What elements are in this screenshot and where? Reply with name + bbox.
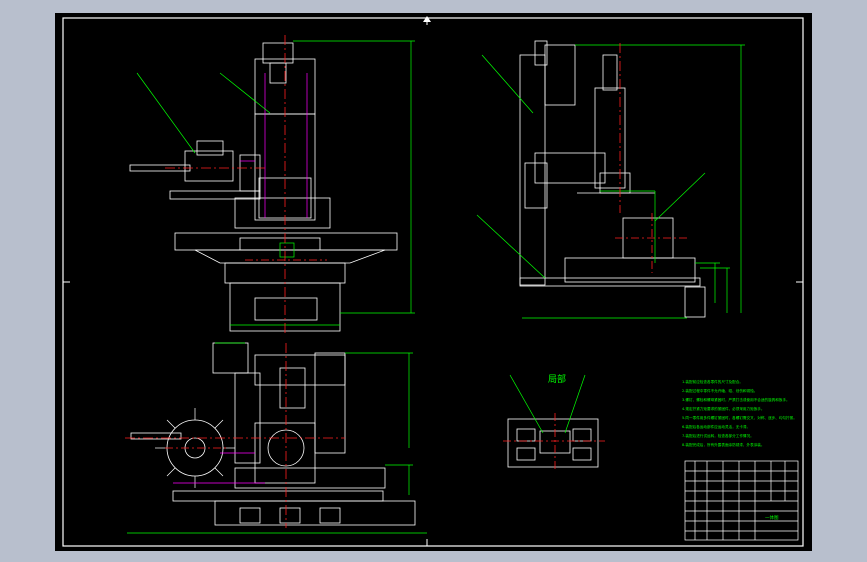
note-line: 1.装配前应检查各零件的尺寸及配合。: [682, 379, 743, 384]
note-line: 7.装配后进行试运转，检查各部分工作情况。: [682, 433, 754, 438]
detail-view: 局部: [503, 373, 605, 471]
front-view: [129, 35, 415, 333]
note-line: 4.规定拧紧力矩要求的紧固件，必须采用力矩扳手。: [682, 406, 765, 411]
top-view: [125, 342, 427, 534]
note-line: 8.装配完成后，所有外露表面涂防锈漆，外表涂装。: [682, 442, 765, 447]
side-view: [476, 40, 745, 319]
note-line: 6.装配后各运动部件应运动灵活，无卡滞。: [682, 424, 750, 429]
cad-drawing: 局部 1.装配前应检查各零件的尺寸及配合。 2.装配过程中零件不允许磕、碰、划伤…: [62, 16, 804, 547]
title-block-name: 一体图: [765, 514, 779, 521]
drawing-sheet: 局部 1.装配前应检查各零件的尺寸及配合。 2.装配过程中零件不允许磕、碰、划伤…: [55, 13, 812, 551]
note-line: 5.同一零件用多件螺钉紧固时，各螺钉需交叉、对称、逐步、均匀拧紧。: [682, 415, 797, 420]
note-line: 3.螺钉、螺栓和螺母紧固时，严禁打击或使用不合适的旋具和扳手。: [682, 397, 790, 402]
detail-label: 局部: [548, 373, 566, 385]
technical-notes: 1.装配前应检查各零件的尺寸及配合。 2.装配过程中零件不允许磕、碰、划伤和锈蚀…: [682, 379, 797, 447]
title-block: [684, 460, 799, 541]
note-line: 2.装配过程中零件不允许磕、碰、划伤和锈蚀。: [682, 388, 757, 393]
